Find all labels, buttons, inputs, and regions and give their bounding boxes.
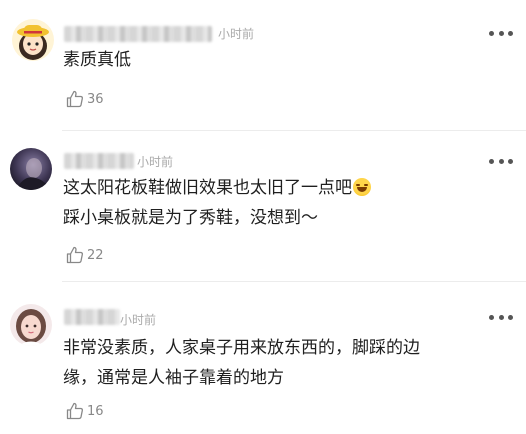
comment-line: 缘，通常是人袖子靠着的地方 [63,368,284,388]
like-button[interactable]: 16 [65,400,104,422]
user-avatar[interactable] [10,148,52,190]
user-avatar[interactable] [10,304,52,346]
comment-text: 这太阳花板鞋做旧效果也太旧了一点吧 踩小桌板就是为了秀鞋，没想到～ [63,173,371,233]
like-count: 16 [87,403,104,419]
username-redacted[interactable] [64,26,212,42]
like-count: 22 [87,247,104,263]
username-redacted[interactable] [64,153,134,169]
comment-line: 踩小桌板就是为了秀鞋，没想到～ [63,208,318,228]
more-options-icon[interactable] [489,158,513,164]
comment-time: 小时前 [120,313,157,327]
more-options-icon[interactable] [489,314,513,320]
more-options-icon[interactable] [489,30,513,36]
dark-photo-avatar-icon [10,148,52,190]
grinning-sweat-emoji-icon [353,178,371,196]
comment-time: 小时前 [218,27,255,41]
comment-line: 这太阳花板鞋做旧效果也太旧了一点吧 [63,173,371,203]
comment-item: 小时前 这太阳花板鞋做旧效果也太旧了一点吧 踩小桌板就是为了秀鞋，没想到～ 22 [0,131,526,281]
like-button[interactable]: 36 [65,88,104,110]
girl-photo-avatar-icon [10,304,52,346]
comment-line-text: 这太阳花板鞋做旧效果也太旧了一点吧 [63,178,352,198]
comment-line: 非常没素质，人家桌子用来放东西的，脚踩的边 [63,338,420,358]
comment-item: 小时前 素质真低 36 [0,0,526,130]
like-count: 36 [87,91,104,107]
thumbs-up-icon [66,402,83,420]
comment-item: 小时前 非常没素质，人家桌子用来放东西的，脚踩的边 缘，通常是人袖子靠着的地方 … [0,282,526,434]
comment-text: 素质真低 [63,45,131,75]
comment-line: 素质真低 [63,50,131,70]
thumbs-up-icon [66,246,83,264]
user-avatar[interactable] [12,19,54,61]
comment-text: 非常没素质，人家桌子用来放东西的，脚踩的边 缘，通常是人袖子靠着的地方 [63,333,420,393]
comment-time: 小时前 [137,155,174,169]
cartoon-girl-avatar-icon [12,19,54,61]
like-button[interactable]: 22 [65,244,104,266]
thumbs-up-icon [66,90,83,108]
username-redacted[interactable] [64,309,120,325]
